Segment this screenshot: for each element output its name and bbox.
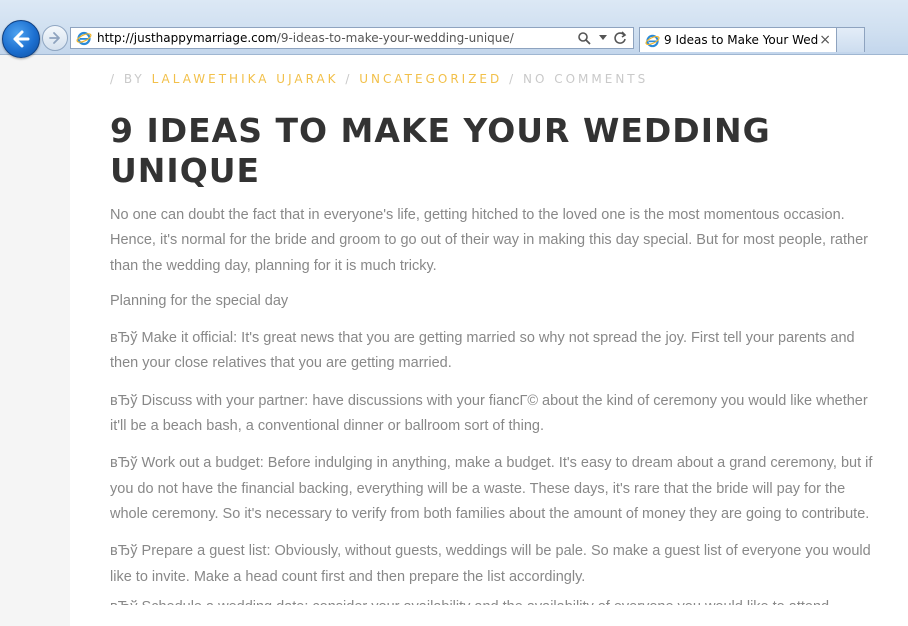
tab-title: 9 Ideas to Make Your Wedd... [664, 33, 819, 47]
meta-separator: / [509, 72, 517, 86]
browser-toolbar: http://justhappymarriage.com/9-ideas-to-… [0, 0, 908, 58]
paragraph: вЂў Make it official: It's great news th… [110, 330, 855, 372]
paragraph: Planning for the special day [110, 292, 289, 309]
tab-active[interactable]: 9 Ideas to Make Your Wedd... × [639, 27, 837, 52]
forward-button[interactable] [42, 25, 68, 51]
address-url[interactable]: http://justhappymarriage.com/9-ideas-to-… [97, 31, 577, 45]
refresh-icon[interactable] [613, 31, 627, 45]
url-host: http://justhappymarriage.com [97, 31, 277, 45]
dropdown-arrow-icon[interactable] [599, 35, 607, 41]
search-icon[interactable] [577, 31, 593, 45]
post: / BY LALAWETHIKA UJARAK / UNCATEGORIZED … [110, 55, 880, 605]
new-tab-button[interactable] [837, 27, 865, 52]
ie-logo-icon [76, 31, 92, 46]
paragraph: вЂў Discuss with your partner: have disc… [110, 392, 868, 435]
ie-tab-icon [645, 34, 660, 47]
paragraph: No one can doubt the fact that in everyo… [110, 207, 868, 274]
meta-by: / BY [110, 72, 145, 86]
paragraph: вЂў Prepare a guest list: Obviously, wit… [110, 543, 871, 585]
back-arrow-icon [13, 30, 30, 48]
meta-separator: / [345, 72, 353, 86]
page-title: 9 IDEAS TO MAKE YOUR WEDDING UNIQUE [110, 111, 771, 190]
author-link[interactable]: LALAWETHIKA UJARAK [152, 72, 339, 86]
url-path: /9-ideas-to-make-your-wedding-unique/ [276, 31, 514, 45]
address-bar[interactable]: http://justhappymarriage.com/9-ideas-to-… [70, 27, 634, 49]
paragraph: вЂў Work out a budget: Before indulging … [110, 455, 873, 522]
back-button[interactable] [2, 20, 40, 58]
page-content: / BY LALAWETHIKA UJARAK / UNCATEGORIZED … [70, 55, 908, 626]
comments-link[interactable]: NO COMMENTS [523, 72, 648, 86]
forward-arrow-icon [49, 32, 60, 44]
category-link[interactable]: UNCATEGORIZED [359, 72, 502, 86]
post-meta: / BY LALAWETHIKA UJARAK / UNCATEGORIZED … [110, 72, 880, 86]
paragraph-clipped: вЂў Schedule a wedding date: consider yo… [110, 595, 880, 605]
tab-close-icon[interactable]: × [819, 33, 831, 47]
